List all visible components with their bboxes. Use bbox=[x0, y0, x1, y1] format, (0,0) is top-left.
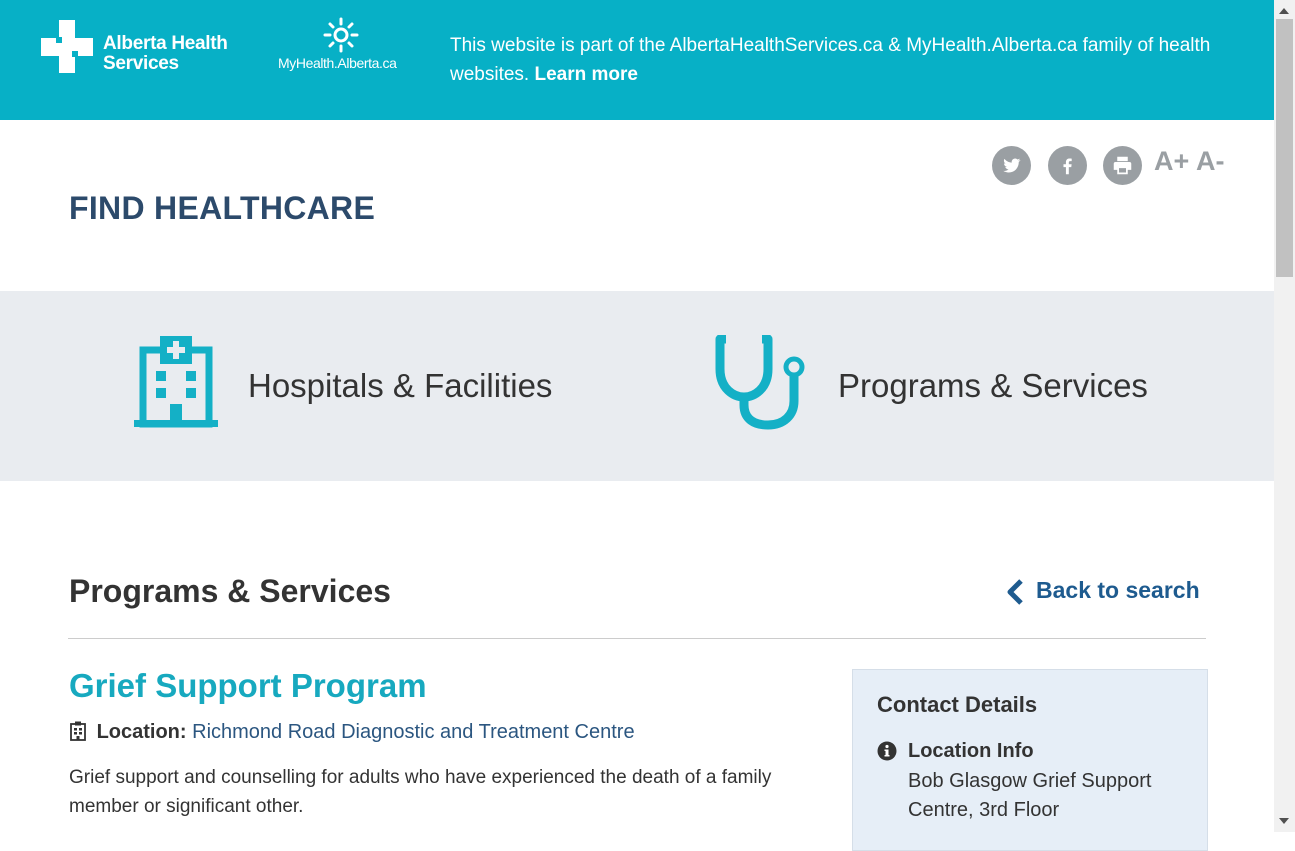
twitter-icon bbox=[1003, 158, 1021, 173]
scroll-down-arrow-icon[interactable] bbox=[1279, 818, 1289, 824]
contact-details-panel: Contact Details Location Info Bob Glasgo… bbox=[852, 669, 1208, 851]
print-icon bbox=[1113, 156, 1132, 175]
stethoscope-icon bbox=[715, 335, 805, 430]
page-title: FIND HEALTHCARE bbox=[69, 190, 376, 226]
facebook-icon bbox=[1063, 158, 1072, 175]
category-label: Programs & Services bbox=[838, 367, 1148, 404]
category-hospitals-facilities[interactable]: Hospitals & Facilities bbox=[130, 291, 570, 481]
hospital-building-icon bbox=[134, 336, 218, 428]
print-button[interactable] bbox=[1103, 146, 1142, 185]
program-description: Grief support and counselling for adults… bbox=[69, 767, 772, 817]
location-info-text: Bob Glasgow Grief Support Centre, 3rd Fl… bbox=[908, 770, 1152, 821]
font-increase-button[interactable]: A+ bbox=[1154, 146, 1189, 177]
location-label: Location: bbox=[96, 721, 187, 743]
section-divider bbox=[68, 638, 1206, 639]
learn-more-link[interactable]: Learn more bbox=[534, 64, 637, 85]
category-label: Hospitals & Facilities bbox=[248, 367, 553, 404]
vertical-scrollbar[interactable] bbox=[1274, 0, 1295, 832]
location-link[interactable]: Richmond Road Diagnostic and Treatment C… bbox=[192, 721, 634, 743]
program-location: Location: Richmond Road Diagnostic and T… bbox=[69, 721, 635, 744]
chevron-left-icon bbox=[1007, 579, 1023, 605]
myhealth-logo-text: MyHealth.Alberta.ca bbox=[278, 55, 397, 71]
font-decrease-button[interactable]: A- bbox=[1196, 146, 1225, 177]
sun-icon bbox=[323, 17, 359, 53]
back-to-search-label: Back to search bbox=[1036, 577, 1200, 603]
myhealth-logo[interactable]: MyHealth.Alberta.ca bbox=[276, 17, 411, 77]
family-of-websites-note: This website is part of the AlbertaHealt… bbox=[450, 31, 1240, 89]
facebook-share-button[interactable] bbox=[1048, 146, 1087, 185]
site-header-banner: Alberta Health Services MyHealth.Alberta… bbox=[0, 0, 1274, 120]
location-info-label: Location Info bbox=[908, 740, 1034, 762]
info-icon bbox=[877, 741, 897, 761]
scroll-up-arrow-icon[interactable] bbox=[1279, 8, 1289, 14]
building-icon bbox=[70, 721, 86, 741]
contact-details-heading: Contact Details bbox=[877, 692, 1038, 717]
program-title[interactable]: Grief Support Program bbox=[69, 667, 427, 705]
ahs-cross-icon bbox=[41, 20, 93, 73]
section-heading: Programs & Services bbox=[69, 573, 391, 609]
ahs-logo-text: Alberta Health Services bbox=[103, 33, 228, 74]
category-band: Hospitals & Facilities Programs & Servic… bbox=[0, 291, 1274, 481]
category-programs-services[interactable]: Programs & Services bbox=[712, 291, 1162, 481]
back-to-search-link[interactable]: Back to search bbox=[1006, 577, 1200, 605]
scrollbar-thumb[interactable] bbox=[1276, 19, 1293, 277]
ahs-logo[interactable]: Alberta Health Services bbox=[39, 20, 229, 75]
twitter-share-button[interactable] bbox=[992, 146, 1031, 185]
